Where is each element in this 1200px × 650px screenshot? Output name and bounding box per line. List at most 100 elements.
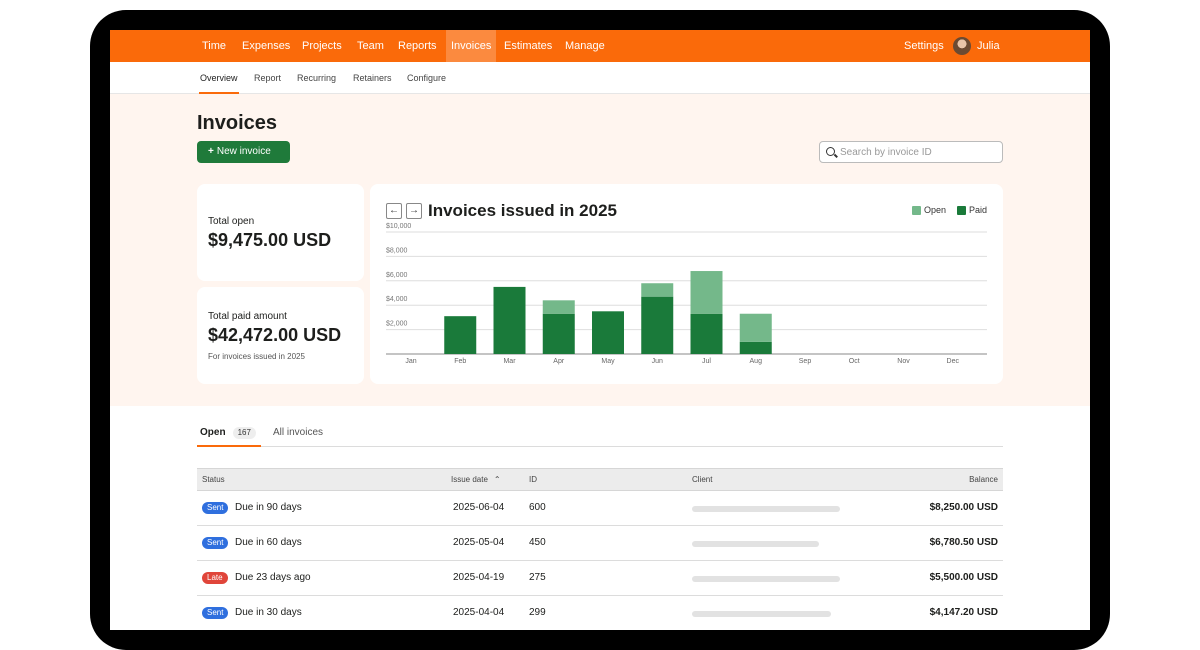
total-paid-note: For invoices issued in 2025 — [208, 352, 305, 361]
col-status[interactable]: Status — [202, 469, 225, 491]
invoice-id[interactable]: 600 — [529, 491, 546, 525]
nav-manage[interactable]: Manage — [560, 30, 610, 62]
status-badge: Sent — [202, 537, 229, 549]
invoice-tabs: Open 167 All invoices — [197, 422, 1003, 447]
tab-all-invoices[interactable]: All invoices — [273, 422, 323, 447]
bar-open[interactable] — [542, 300, 575, 314]
invoice-id[interactable]: 450 — [529, 526, 546, 560]
bar-open[interactable] — [690, 271, 723, 314]
bar-paid[interactable] — [739, 341, 772, 354]
tab-open[interactable]: Open 167 — [197, 422, 261, 447]
status-text: Due 23 days ago — [235, 572, 311, 583]
balance: $6,780.50 USD — [929, 537, 998, 548]
total-open-value: $9,475.00 USD — [208, 230, 332, 250]
subnav-overview[interactable]: Overview — [199, 62, 239, 94]
y-tick-label: $8,000 — [386, 247, 408, 254]
bar-open[interactable] — [641, 283, 674, 297]
status-text: Due in 90 days — [235, 502, 302, 513]
x-tick-label: Aug — [750, 358, 763, 365]
new-invoice-label: New invoice — [216, 146, 271, 157]
page-title: Invoices — [197, 112, 278, 134]
nav-projects[interactable]: Projects — [297, 30, 347, 62]
table-row[interactable]: Sent Due in 30 days 2025-04-04 299 $4,14… — [197, 596, 1003, 630]
bar-paid[interactable] — [592, 311, 624, 354]
invoices-chart: $2,000 $4,000 $6,000 $8,000 $10,000 Jan Feb Mar… — [386, 223, 987, 365]
x-tick-label: Apr — [553, 358, 565, 365]
new-invoice-button[interactable]: + New invoice — [197, 141, 290, 163]
nav-time[interactable]: Time — [197, 30, 231, 62]
open-count-badge: 167 — [232, 427, 256, 439]
balance: $8,250.00 USD — [929, 502, 998, 513]
nav-team[interactable]: Team — [352, 30, 389, 62]
client-placeholder — [692, 506, 840, 512]
bar-paid[interactable] — [542, 313, 575, 354]
user-menu[interactable]: Julia — [972, 30, 1005, 62]
status-badge: Sent — [202, 502, 229, 514]
tab-open-label: Open — [200, 427, 226, 438]
bar-paid[interactable] — [493, 286, 526, 354]
x-tick-label: Mar — [503, 358, 516, 365]
nav-expenses[interactable]: Expenses — [237, 30, 295, 62]
y-tick-label: $10,000 — [386, 223, 411, 230]
nav-reports[interactable]: Reports — [393, 30, 442, 62]
x-tick-label: Oct — [849, 358, 860, 365]
invoice-id[interactable]: 275 — [529, 561, 546, 595]
app-screen: Time Expenses Projects Team Reports Invo… — [110, 30, 1090, 630]
table-header: Status Issue date ⌃ ID Client Balance — [197, 468, 1003, 491]
bar-paid[interactable] — [641, 296, 674, 354]
total-open-card: Total open $9,475.00 USD — [197, 184, 364, 281]
issue-date: 2025-04-04 — [453, 607, 505, 618]
balance: $4,147.20 USD — [929, 607, 998, 618]
x-tick-label: Jun — [652, 358, 663, 365]
status-badge: Late — [202, 572, 228, 584]
top-nav: Time Expenses Projects Team Reports Invo… — [110, 30, 1090, 62]
sort-ascending-icon: ⌃ — [493, 475, 501, 484]
subnav-recurring[interactable]: Recurring — [297, 62, 336, 94]
search-box[interactable] — [819, 141, 1003, 163]
bar-open[interactable] — [739, 313, 772, 342]
col-client[interactable]: Client — [692, 469, 712, 491]
col-issue-date[interactable]: Issue date ⌃ — [451, 469, 501, 491]
y-tick-label: $6,000 — [386, 272, 408, 279]
nav-invoices[interactable]: Invoices — [446, 30, 497, 62]
x-tick-label: Sep — [799, 358, 812, 365]
subnav-configure[interactable]: Configure — [407, 62, 446, 94]
x-tick-label: Feb — [454, 358, 466, 365]
col-issue-date-label: Issue date — [451, 475, 488, 484]
y-tick-label: $4,000 — [386, 296, 408, 303]
status-text: Due in 30 days — [235, 607, 302, 618]
status-badge: Sent — [202, 607, 229, 619]
nav-settings[interactable]: Settings — [899, 30, 949, 62]
search-input[interactable] — [840, 144, 995, 160]
col-id[interactable]: ID — [529, 469, 537, 491]
issue-date: 2025-04-19 — [453, 572, 505, 583]
bar-paid[interactable] — [690, 313, 723, 354]
table-row[interactable]: Late Due 23 days ago 2025-04-19 275 $5,5… — [197, 561, 1003, 596]
subnav-retainers[interactable]: Retainers — [353, 62, 392, 94]
x-tick-label: Jan — [405, 358, 416, 365]
subnav-report[interactable]: Report — [254, 62, 281, 94]
status-text: Due in 60 days — [235, 537, 302, 548]
nav-estimates[interactable]: Estimates — [499, 30, 557, 62]
search-icon — [826, 147, 835, 156]
bar-paid[interactable] — [444, 316, 477, 354]
col-balance[interactable]: Balance — [969, 469, 998, 491]
avatar[interactable] — [953, 37, 971, 55]
y-tick-label: $2,000 — [386, 321, 408, 328]
chart-card: ← → Invoices issued in 2025 Open Paid $2… — [370, 184, 1003, 384]
x-tick-label: Nov — [897, 358, 910, 365]
total-paid-card: Total paid amount $42,472.00 USD For inv… — [197, 287, 364, 384]
total-open-label: Total open — [208, 216, 255, 227]
table-row[interactable]: Sent Due in 60 days 2025-05-04 450 $6,78… — [197, 526, 1003, 561]
invoice-id[interactable]: 299 — [529, 596, 546, 630]
total-paid-label: Total paid amount — [208, 311, 287, 322]
x-tick-label: Jul — [702, 358, 711, 365]
x-tick-label: Dec — [947, 358, 960, 365]
balance: $5,500.00 USD — [929, 572, 998, 583]
client-placeholder — [692, 576, 840, 582]
issue-date: 2025-05-04 — [453, 537, 505, 548]
table-row[interactable]: Sent Due in 90 days 2025-06-04 600 $8,25… — [197, 491, 1003, 526]
total-paid-value: $42,472.00 USD — [208, 325, 342, 345]
client-placeholder — [692, 541, 819, 547]
sub-nav: Overview Report Recurring Retainers Conf… — [110, 62, 1090, 94]
